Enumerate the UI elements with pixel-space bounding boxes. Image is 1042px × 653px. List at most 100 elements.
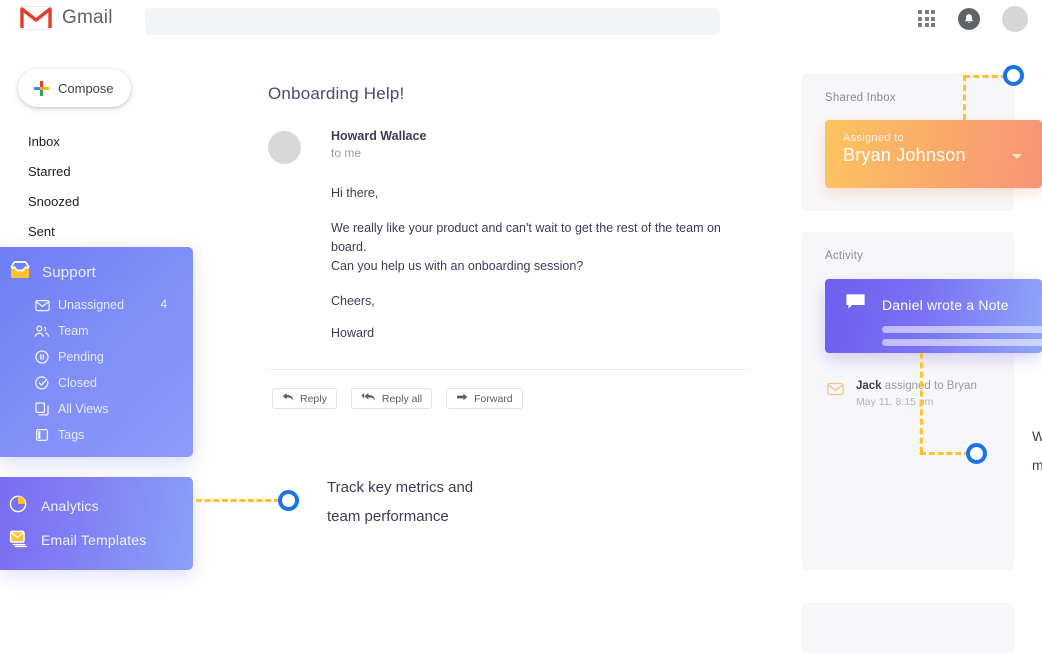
gmail-wordmark: Gmail (62, 7, 113, 29)
reply-arrow-icon (282, 392, 294, 405)
support-subitems: Unassigned 4 Team Pending Closed (0, 292, 193, 448)
support-title: Support (42, 264, 96, 281)
sidebar-item-label: Inbox (28, 134, 60, 149)
assigned-name: Bryan Johnson (825, 144, 1042, 166)
sidebar-item-pending[interactable]: Pending (0, 344, 193, 370)
note-placeholder-bar (882, 339, 1042, 346)
callout-annotation: Track key metrics and team performance (327, 473, 473, 531)
note-title: Daniel wrote a Note (882, 297, 1009, 313)
circle-marker-icon (966, 443, 987, 464)
sidebar-item-label: Team (58, 324, 89, 338)
callout-line-1: Track key metrics and (327, 473, 473, 502)
sidebar-item-team[interactable]: Team (0, 318, 193, 344)
email-signature: Howard (331, 324, 753, 343)
email-paragraph-line2: Can you help us with an onboarding sessi… (331, 257, 753, 276)
clipped-line-1: W (1032, 422, 1042, 451)
sender-details: Howard Wallace to me (331, 129, 426, 164)
email-paragraph: We really like your product and can't wa… (331, 219, 753, 276)
activity-note-card[interactable]: Daniel wrote a Note (825, 279, 1042, 353)
clipped-right-text: W m (1032, 422, 1042, 480)
circle-marker-icon (1003, 65, 1024, 86)
sidebar-item-support[interactable]: Support (0, 247, 193, 284)
reply-button[interactable]: Reply (272, 388, 337, 409)
bell-icon[interactable] (958, 8, 980, 30)
sidebar-item-sent[interactable]: Sent (0, 216, 200, 246)
pause-circle-icon (34, 349, 50, 365)
sidebar-item-label: Starred (28, 164, 71, 179)
activity-event-text: Jack assigned to Bryan May 11, 8:15 pm (856, 380, 977, 408)
note-header: Daniel wrote a Note (825, 279, 1042, 316)
activity-event-line: Jack assigned to Bryan (856, 380, 977, 392)
circle-marker-icon (278, 490, 299, 511)
people-icon (34, 323, 50, 339)
sidebar-item-closed[interactable]: Closed (0, 370, 193, 396)
sidebar-item-analytics[interactable]: Analytics (0, 489, 193, 523)
recipient-label: to me (331, 146, 426, 160)
sidebar-item-label: Tags (58, 428, 84, 442)
email-signoff-block: Cheers, Howard (331, 292, 753, 343)
sidebar-item-label: Closed (58, 376, 97, 390)
compose-button[interactable]: Compose (18, 69, 131, 107)
reply-all-label: Reply all (382, 393, 422, 405)
apps-grid-icon[interactable] (918, 10, 936, 28)
gmail-m-logo-icon (20, 6, 52, 30)
unassigned-count-badge: 4 (161, 299, 167, 311)
sender-avatar (268, 131, 301, 164)
assigned-to-card[interactable]: Assigned to Bryan Johnson (825, 120, 1042, 188)
email-thread: Onboarding Help! Howard Wallace to me Hi… (268, 84, 753, 409)
connector-shared-horizontal (964, 75, 1007, 78)
sidebar-item-tags[interactable]: Tags (0, 422, 193, 448)
reply-all-arrow-icon (361, 392, 376, 405)
reply-all-button[interactable]: Reply all (351, 388, 432, 409)
sidebar-item-label: All Views (58, 402, 108, 416)
shared-inbox-label: Shared Inbox (802, 74, 1014, 104)
envelope-outline-icon (827, 382, 844, 408)
sidebar-item-label: Sent (28, 224, 55, 239)
assigned-caption: Assigned to (825, 120, 1042, 144)
sidebar-item-unassigned[interactable]: Unassigned 4 (0, 292, 193, 318)
gmail-logo[interactable]: Gmail (20, 6, 113, 30)
speech-bubble-icon (845, 293, 866, 316)
email-greeting: Hi there, (331, 184, 753, 203)
connector-analytics (196, 499, 280, 502)
note-placeholder-bar (882, 326, 1042, 333)
sidebar-item-all-views[interactable]: All Views (0, 396, 193, 422)
sender-name: Howard Wallace (331, 129, 426, 143)
inbox-tray-icon (10, 261, 30, 284)
activity-label: Activity (802, 232, 1014, 262)
activity-actor: Jack (856, 380, 882, 392)
sidebar-item-snoozed[interactable]: Snoozed (0, 186, 200, 216)
connector-shared-vertical (963, 75, 966, 120)
activity-action: assigned to Bryan (885, 380, 977, 392)
forward-label: Forward (474, 393, 513, 405)
forward-arrow-icon (456, 392, 468, 405)
callout-line-2: team performance (327, 502, 473, 531)
stacked-envelope-icon (8, 528, 28, 553)
sidebar-item-label: Unassigned (58, 298, 124, 312)
check-circle-icon (34, 375, 50, 391)
account-avatar-icon[interactable] (1002, 6, 1028, 32)
email-divider (268, 369, 749, 370)
connector-activity-vertical (920, 353, 923, 453)
sidebar-item-starred[interactable]: Starred (0, 156, 200, 186)
forward-button[interactable]: Forward (446, 388, 523, 409)
placeholder-panel-2 (802, 603, 1014, 653)
placeholder-panel-1 (802, 525, 1014, 570)
sidebar-item-inbox[interactable]: Inbox (0, 126, 200, 156)
chevron-down-icon[interactable] (1012, 154, 1022, 159)
sidebar-item-email-templates[interactable]: Email Templates (0, 523, 193, 557)
activity-event-row[interactable]: Jack assigned to Bryan May 11, 8:15 pm (827, 380, 977, 408)
sidebar-item-label: Email Templates (41, 532, 146, 548)
analytics-section: Analytics Email Templates (0, 477, 193, 570)
email-action-bar: Reply Reply all Forward (272, 388, 753, 409)
email-sender-row: Howard Wallace to me (268, 129, 753, 164)
support-section: Support Unassigned 4 Team Pending (0, 247, 193, 457)
header-icon-group (918, 6, 1028, 32)
primary-nav: Inbox Starred Snoozed Sent (0, 126, 200, 246)
sidebar-item-label: Analytics (41, 498, 99, 514)
sidebar-item-label: Pending (58, 350, 104, 364)
search-input[interactable] (145, 8, 720, 35)
activity-timestamp: May 11, 8:15 pm (856, 396, 977, 408)
email-paragraph-line1: We really like your product and can't wa… (331, 219, 753, 257)
email-subject: Onboarding Help! (268, 84, 753, 104)
